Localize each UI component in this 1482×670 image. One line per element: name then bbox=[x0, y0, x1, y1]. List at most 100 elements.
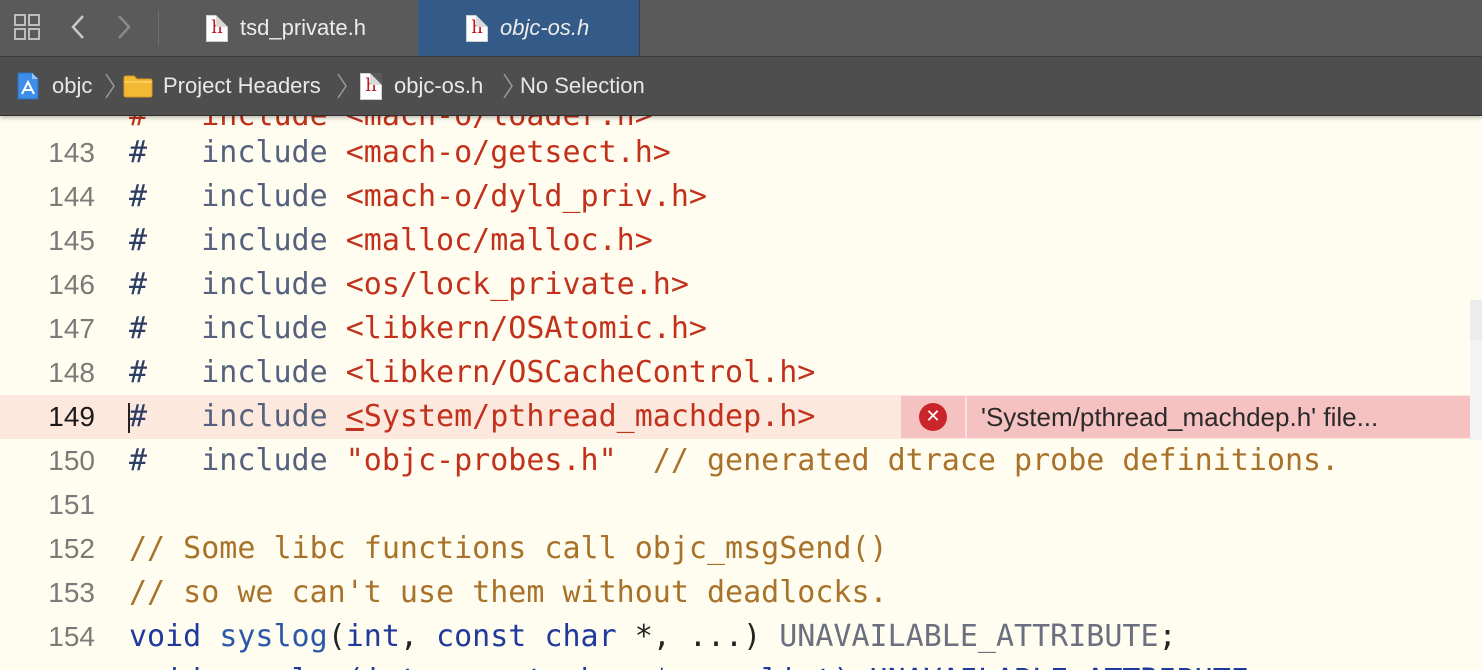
code-line: 145 # include <malloc/malloc.h> bbox=[0, 219, 1470, 263]
include-path: "objc-probes.h" bbox=[345, 443, 617, 478]
jump-bar: objc Project Headers h objc-os.h No Sele… bbox=[0, 57, 1482, 116]
error-annotation[interactable]: ✕ 'System/pthread_machdep.h' file... bbox=[901, 396, 1470, 438]
code-line: 148 # include <libkern/OSCacheControl.h> bbox=[0, 351, 1470, 395]
include-keyword: include bbox=[201, 311, 328, 346]
error-location: < bbox=[345, 399, 364, 434]
keyword: char bbox=[544, 619, 617, 654]
tab-bar: h tsd_private.h h objc-os.h bbox=[0, 0, 1482, 57]
breadcrumb-label: No Selection bbox=[520, 73, 645, 98]
code-line: 151 bbox=[0, 483, 1470, 527]
preprocessor-hash: # bbox=[129, 355, 148, 390]
tab-label: objc-os.h bbox=[500, 15, 590, 40]
chevron-right-icon[interactable] bbox=[112, 12, 136, 42]
line-number: 146 bbox=[48, 269, 95, 300]
line-number: 153 bbox=[48, 577, 95, 608]
code-line: 144 # include <mach-o/dyld_priv.h> bbox=[0, 175, 1470, 219]
tab-label: tsd_private.h bbox=[240, 15, 366, 40]
function-name: syslog bbox=[219, 619, 328, 654]
breadcrumb-label: objc bbox=[52, 73, 93, 98]
preprocessor-hash: # bbox=[129, 311, 148, 346]
breadcrumb-project[interactable]: objc bbox=[16, 57, 92, 115]
code-comment: // so we can't use them without deadlock… bbox=[129, 575, 888, 610]
error-message: 'System/pthread_machdep.h' file... bbox=[981, 401, 1379, 432]
tab-divider bbox=[639, 0, 640, 56]
preprocessor-hash: # bbox=[129, 267, 148, 302]
code-comment: // Some libc functions call objc_msgSend… bbox=[129, 531, 888, 566]
line-number: 151 bbox=[48, 489, 95, 520]
preprocessor-hash: # bbox=[129, 399, 148, 434]
include-keyword: include bbox=[201, 355, 328, 390]
include-keyword: include bbox=[201, 223, 328, 258]
code-line: 146 # include <os/lock_private.h> bbox=[0, 263, 1470, 307]
line-number: 148 bbox=[48, 357, 95, 388]
preprocessor-hash: # bbox=[129, 135, 148, 170]
code-text: void vsyslog(int, const char *, va_list)… bbox=[129, 659, 1267, 670]
include-path: <malloc/malloc.h> bbox=[345, 223, 653, 258]
header-file-icon: h bbox=[206, 14, 228, 42]
line-number: 152 bbox=[48, 533, 95, 564]
include-keyword: include bbox=[201, 267, 328, 302]
line-number: 150 bbox=[48, 445, 95, 476]
header-file-icon: h bbox=[466, 14, 488, 42]
line-number: 145 bbox=[48, 225, 95, 256]
error-icon: ✕ bbox=[919, 403, 947, 431]
toolbar-divider bbox=[158, 10, 159, 46]
chevron-left-icon[interactable] bbox=[66, 12, 90, 42]
line-number: 147 bbox=[48, 313, 95, 344]
line-number: 149 bbox=[48, 401, 95, 432]
breadcrumb-chevron-icon bbox=[503, 73, 513, 99]
keyword: int bbox=[345, 619, 400, 654]
line-number: 154 bbox=[48, 621, 95, 652]
code-line: 143 # include <mach-o/getsect.h> bbox=[0, 131, 1470, 175]
include-path: <mach-o/dyld_priv.h> bbox=[345, 179, 707, 214]
breadcrumb-chevron-icon bbox=[105, 73, 115, 99]
error-badge[interactable]: ✕ bbox=[901, 396, 967, 438]
code-line: 152 // Some libc functions call objc_msg… bbox=[0, 527, 1470, 571]
scrollbar-thumb[interactable] bbox=[1470, 340, 1482, 440]
code-punct: *, ...) bbox=[616, 619, 780, 654]
code-line: 154 void syslog(int, const char *, ...) … bbox=[0, 615, 1470, 659]
code-line-current: 149 # include <System/pthread_machdep.h>… bbox=[0, 395, 1470, 439]
include-keyword: include bbox=[201, 399, 328, 434]
keyword: void bbox=[129, 619, 202, 654]
include-path: <libkern/OSCacheControl.h> bbox=[345, 355, 816, 390]
code-punct bbox=[526, 619, 544, 654]
folder-icon bbox=[123, 75, 153, 98]
code-line: 153 // so we can't use them without dead… bbox=[0, 571, 1470, 615]
include-path: <mach-o/getsect.h> bbox=[345, 135, 671, 170]
macro-name: UNAVAILABLE_ATTRIBUTE bbox=[779, 619, 1159, 654]
breadcrumb-group[interactable]: Project Headers bbox=[123, 57, 321, 115]
code-line: void vsyslog(int, const char *, va_list)… bbox=[0, 659, 1470, 670]
text-cursor bbox=[128, 403, 130, 433]
code-comment: // generated dtrace probe definitions. bbox=[652, 443, 1340, 478]
code-punct: ; bbox=[1158, 619, 1177, 654]
include-path: System/pthread_machdep.h> bbox=[363, 399, 816, 434]
breadcrumb-label: Project Headers bbox=[163, 73, 321, 98]
include-keyword: include bbox=[201, 135, 328, 170]
preprocessor-hash: # bbox=[129, 223, 148, 258]
include-keyword: include bbox=[201, 443, 328, 478]
line-number: 143 bbox=[48, 137, 95, 168]
breadcrumb-label: objc-os.h bbox=[394, 73, 484, 98]
tab-tsd-private-h[interactable]: h tsd_private.h bbox=[196, 0, 418, 56]
preprocessor-hash: # bbox=[129, 443, 148, 478]
code-punct: ( bbox=[327, 619, 346, 654]
scrollbar-track[interactable] bbox=[1470, 300, 1482, 340]
breadcrumb-file[interactable]: h objc-os.h bbox=[360, 57, 483, 115]
line-number: 144 bbox=[48, 181, 95, 212]
include-path: <os/lock_private.h> bbox=[345, 267, 689, 302]
preprocessor-hash: # bbox=[129, 179, 148, 214]
code-punct: , bbox=[399, 619, 437, 654]
source-editor[interactable]: # include <mach-o/loader.h> 143 # includ… bbox=[0, 116, 1470, 670]
breadcrumb-symbol[interactable]: No Selection bbox=[520, 57, 645, 115]
include-keyword: include bbox=[201, 179, 328, 214]
related-items-grid-icon[interactable] bbox=[14, 14, 40, 40]
tab-objc-os-h[interactable]: h objc-os.h bbox=[418, 0, 640, 56]
code-line: 150 # include "objc-probes.h" // generat… bbox=[0, 439, 1470, 483]
breadcrumb-chevron-icon bbox=[337, 73, 347, 99]
xcode-project-icon bbox=[17, 72, 39, 100]
code-line: 147 # include <libkern/OSAtomic.h> bbox=[0, 307, 1470, 351]
keyword: const bbox=[436, 619, 527, 654]
include-path: <libkern/OSAtomic.h> bbox=[345, 311, 707, 346]
header-file-icon: h bbox=[360, 72, 382, 100]
